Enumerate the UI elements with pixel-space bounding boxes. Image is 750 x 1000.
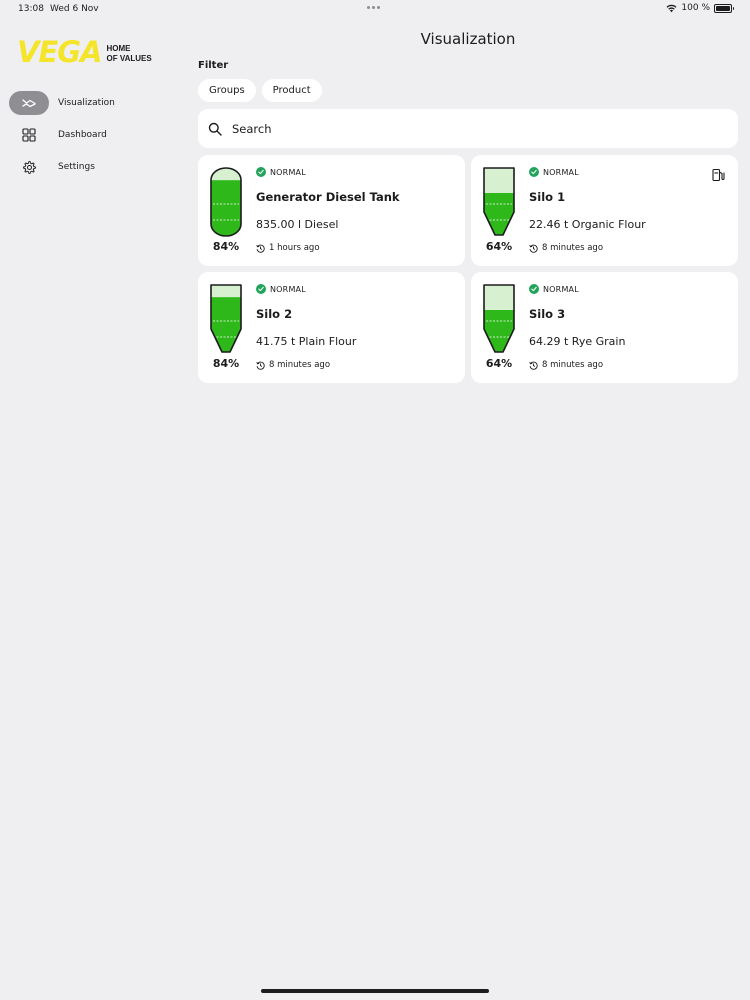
last-update: 8 minutes ago bbox=[256, 360, 330, 370]
status-text: NORMAL bbox=[270, 284, 306, 294]
status-text: NORMAL bbox=[543, 284, 579, 294]
tank-name: Silo 3 bbox=[529, 307, 566, 321]
fuel-pump-icon[interactable] bbox=[712, 168, 725, 182]
tank-level-graphic bbox=[483, 284, 515, 353]
filter-chip-groups[interactable]: Groups bbox=[198, 79, 256, 102]
sidebar-nav: Visualization Dashboard Settings bbox=[9, 91, 184, 187]
dashboard-icon bbox=[9, 123, 49, 147]
check-circle-icon bbox=[529, 167, 539, 177]
filter-chips: Groups Product bbox=[198, 79, 322, 102]
filter-label: Filter bbox=[198, 60, 229, 71]
wifi-icon bbox=[666, 4, 677, 12]
status-right: 100 % bbox=[666, 3, 734, 13]
history-icon bbox=[256, 244, 265, 253]
status-badge: NORMAL bbox=[529, 284, 579, 294]
last-update-text: 1 hours ago bbox=[269, 243, 320, 253]
sidebar-item-dashboard[interactable]: Dashboard bbox=[9, 123, 184, 147]
search-input[interactable]: Search bbox=[198, 109, 738, 148]
sidebar-item-visualization[interactable]: Visualization bbox=[9, 91, 184, 115]
battery-percent: 100 % bbox=[681, 3, 710, 13]
logo-tagline-line1: HOME bbox=[106, 44, 131, 53]
tank-name: Generator Diesel Tank bbox=[256, 190, 400, 204]
search-icon bbox=[208, 122, 222, 136]
tank-card[interactable]: 84% NORMAL Silo 2 41.75 t Plain Flour 8 … bbox=[198, 272, 465, 383]
status-time: 13:08 bbox=[18, 4, 44, 14]
history-icon bbox=[256, 361, 265, 370]
screen: 13:08 Wed 6 Nov 100 % VEGA HOME OF VALUE… bbox=[0, 0, 750, 1000]
last-update-text: 8 minutes ago bbox=[542, 243, 604, 253]
fill-percent: 64% bbox=[485, 357, 513, 370]
tank-card[interactable]: 84% NORMAL Generator Diesel Tank 835.00 … bbox=[198, 155, 465, 266]
gear-icon bbox=[9, 155, 49, 179]
fill-percent: 84% bbox=[212, 240, 240, 253]
history-icon bbox=[529, 244, 538, 253]
sidebar-item-settings[interactable]: Settings bbox=[9, 155, 184, 179]
logo-tagline: HOME OF VALUES bbox=[107, 44, 152, 64]
status-date: Wed 6 Nov bbox=[50, 4, 99, 14]
tank-name: Silo 1 bbox=[529, 190, 566, 204]
tank-value: 835.00 l Diesel bbox=[256, 218, 339, 231]
tank-value: 41.75 t Plain Flour bbox=[256, 335, 357, 348]
tank-card[interactable]: 64% NORMAL Silo 1 22.46 t Organic Flour … bbox=[471, 155, 738, 266]
status-badge: NORMAL bbox=[256, 284, 306, 294]
vega-logo: VEGA HOME OF VALUES bbox=[17, 35, 152, 69]
tank-value: 64.29 t Rye Grain bbox=[529, 335, 626, 348]
search-placeholder: Search bbox=[232, 121, 272, 136]
tank-value: 22.46 t Organic Flour bbox=[529, 218, 646, 231]
home-indicator[interactable] bbox=[261, 989, 489, 993]
last-update: 8 minutes ago bbox=[529, 243, 603, 253]
fill-percent: 84% bbox=[212, 357, 240, 370]
last-update-text: 8 minutes ago bbox=[542, 360, 604, 370]
tank-fill-level bbox=[211, 180, 241, 236]
status-badge: NORMAL bbox=[529, 167, 579, 177]
tank-fill-level bbox=[211, 297, 241, 352]
tank-fill-level bbox=[484, 193, 514, 235]
check-circle-icon bbox=[256, 284, 266, 294]
tank-level-graphic bbox=[210, 167, 242, 237]
tank-level-graphic bbox=[210, 284, 242, 353]
status-text: NORMAL bbox=[543, 167, 579, 177]
sidebar-item-label: Dashboard bbox=[58, 130, 107, 140]
status-badge: NORMAL bbox=[256, 167, 306, 177]
tank-fill-level bbox=[484, 310, 514, 352]
fill-percent: 64% bbox=[485, 240, 513, 253]
last-update: 8 minutes ago bbox=[529, 360, 603, 370]
filter-chip-product[interactable]: Product bbox=[261, 79, 322, 102]
sidebar-item-label: Settings bbox=[58, 162, 95, 172]
battery-icon bbox=[714, 3, 734, 13]
multitasking-dots-icon[interactable] bbox=[367, 6, 380, 9]
tank-level-graphic bbox=[483, 167, 515, 236]
status-bar: 13:08 Wed 6 Nov 100 % bbox=[0, 0, 750, 18]
history-icon bbox=[529, 361, 538, 370]
status-text: NORMAL bbox=[270, 167, 306, 177]
logo-wordmark: VEGA bbox=[17, 35, 103, 69]
last-update-text: 8 minutes ago bbox=[269, 360, 331, 370]
check-circle-icon bbox=[256, 167, 266, 177]
tank-grid: 84% NORMAL Generator Diesel Tank 835.00 … bbox=[198, 155, 738, 383]
logo-tagline-line2: OF VALUES bbox=[106, 54, 152, 63]
visualization-icon bbox=[9, 91, 49, 115]
tank-name: Silo 2 bbox=[256, 307, 293, 321]
sidebar-item-label: Visualization bbox=[58, 98, 115, 108]
last-update: 1 hours ago bbox=[256, 243, 320, 253]
page-title: Visualization bbox=[420, 30, 516, 48]
check-circle-icon bbox=[529, 284, 539, 294]
tank-card[interactable]: 64% NORMAL Silo 3 64.29 t Rye Grain 8 mi… bbox=[471, 272, 738, 383]
